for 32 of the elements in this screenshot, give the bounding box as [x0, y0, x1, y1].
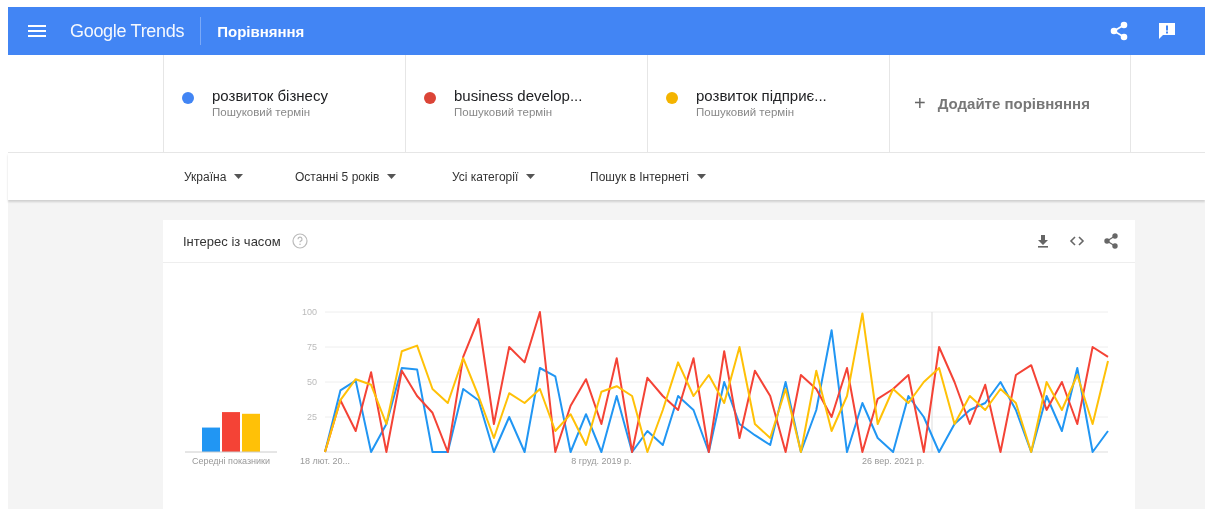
share-icon[interactable]: [1109, 21, 1129, 41]
y-tick-label: 50: [307, 377, 317, 387]
filter-dropdown[interactable]: Останні 5 років: [295, 169, 452, 184]
filter-dropdown[interactable]: Усі категорії: [452, 169, 590, 184]
filter-dropdown[interactable]: Україна: [184, 169, 295, 184]
y-tick-label: 100: [301, 307, 317, 317]
download-icon[interactable]: [1035, 233, 1051, 249]
plus-icon[interactable]: +: [914, 92, 926, 115]
average-bars-drawing: [202, 412, 260, 452]
search-term[interactable]: business develop...: [454, 87, 583, 105]
caret-icon[interactable]: [387, 174, 397, 179]
x-tick-label: 26 вер. 2021 р.: [861, 456, 925, 466]
term-type: Пошуковий термін: [454, 105, 554, 119]
y-tick-label: 75: [307, 342, 317, 352]
filter-dropdown[interactable]: Пошук в Інтернеті: [590, 169, 706, 184]
page-title: Порівняння: [217, 22, 305, 40]
caret-icon[interactable]: [696, 174, 706, 179]
menu-icon[interactable]: [28, 25, 46, 37]
share-icon[interactable]: [1103, 233, 1119, 249]
term-type: Пошуковий термін: [696, 105, 796, 119]
add-comparison[interactable]: Додайте порівняння: [937, 95, 1090, 112]
caret-icon[interactable]: [234, 174, 244, 179]
search-term[interactable]: розвиток бізнесу: [212, 87, 328, 105]
term-type: Пошуковий термін: [212, 105, 312, 119]
search-term[interactable]: розвиток підприє...: [696, 87, 827, 105]
card-title: Інтерес із часом: [183, 233, 281, 249]
x-tick-label: 18 лют. 20...: [300, 456, 350, 466]
feedback-icon[interactable]: [1157, 21, 1177, 41]
x-tick-label: 8 груд. 2019 р.: [571, 456, 632, 466]
caret-icon[interactable]: [526, 174, 536, 179]
axis-label: Середні показники: [192, 456, 270, 466]
y-tick-label: 25: [307, 412, 317, 422]
